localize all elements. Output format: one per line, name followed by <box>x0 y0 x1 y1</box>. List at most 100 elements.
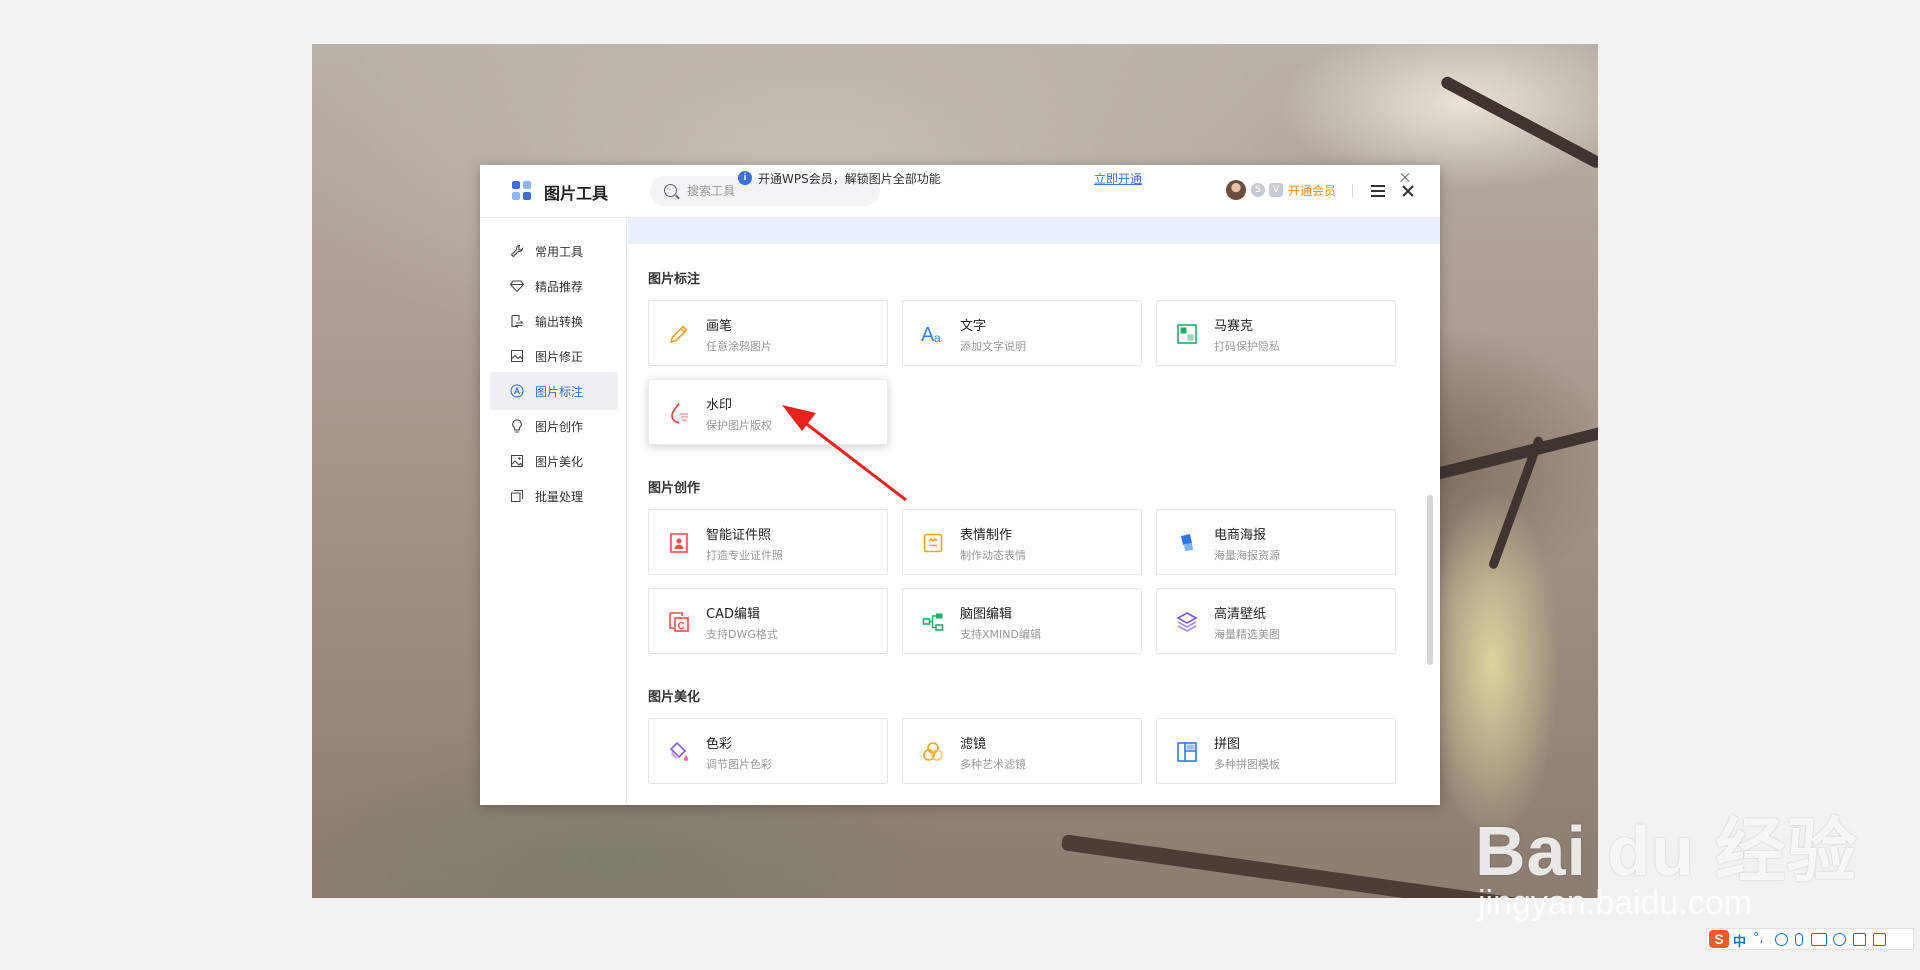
image-tools-dialog: 图片工具 S V 开通会员 常用工具 精品推荐 <box>480 165 1440 805</box>
tool-desc: 制作动态表情 <box>960 549 1026 562</box>
sidebar-item-label: 批量处理 <box>535 490 584 504</box>
sidebar-item-label: 常用工具 <box>535 245 584 259</box>
filter-icon <box>921 740 945 764</box>
bulb-icon <box>510 419 524 433</box>
tool-title: 表情制作 <box>960 528 1013 543</box>
tool-card-color[interactable]: 色彩 调节图片色彩 <box>648 718 888 784</box>
tool-card-id-photo[interactable]: 智能证件照 打造专业证件照 <box>648 509 888 575</box>
tool-desc: 支持DWG格式 <box>706 628 778 641</box>
sidebar-item-common-tools[interactable]: 常用工具 <box>490 232 618 270</box>
annotate-icon <box>510 384 524 398</box>
collage-icon <box>1175 740 1199 764</box>
mosaic-icon <box>1175 322 1199 346</box>
tool-title: 电商海报 <box>1214 528 1267 543</box>
svg-text:C: C <box>678 621 685 632</box>
avatar[interactable] <box>1226 180 1246 200</box>
convert-icon <box>510 314 524 328</box>
notice-close-icon[interactable] <box>1398 171 1412 185</box>
tool-card-filter[interactable]: 滤镜 多种艺术滤镜 <box>902 718 1142 784</box>
sidebar-item-batch[interactable]: 批量处理 <box>490 477 618 515</box>
vip-badge-icon: V <box>1269 183 1283 197</box>
section-title: 图片创作 <box>648 481 701 496</box>
svg-text:A: A <box>921 324 935 346</box>
branch <box>1439 74 1598 170</box>
tool-title: 智能证件照 <box>706 528 772 543</box>
id-photo-icon <box>667 531 691 555</box>
app-logo-icon <box>512 181 532 201</box>
sidebar-item-image-create[interactable]: 图片创作 <box>490 407 618 445</box>
sogou-logo-icon[interactable]: S <box>1709 930 1729 948</box>
tool-desc: 支持XMIND编辑 <box>960 628 1041 641</box>
section-title: 图片标注 <box>648 272 701 287</box>
wallpaper-icon <box>1175 610 1199 634</box>
mindmap-icon <box>921 610 945 634</box>
poster-icon <box>1175 531 1199 555</box>
color-icon <box>667 740 691 764</box>
sidebar: 常用工具 精品推荐 输出转换 图片修正 图片标注 图片创作 图片美化 批量处理 <box>480 218 627 805</box>
tool-desc: 海量海报资源 <box>1214 549 1280 562</box>
open-vip-link[interactable]: 开通会员 <box>1288 182 1336 199</box>
tool-desc: 保护图片版权 <box>706 419 772 432</box>
tool-card-mindmap[interactable]: 脑图编辑 支持XMIND编辑 <box>902 588 1142 654</box>
search-icon <box>664 184 677 197</box>
cad-icon: C <box>667 610 691 634</box>
tool-title: 画笔 <box>706 319 733 334</box>
pen-icon <box>667 322 691 346</box>
tool-card-emoji[interactable]: 表情制作 制作动态表情 <box>902 509 1142 575</box>
dialog-header: 图片工具 S V 开通会员 <box>480 165 1440 217</box>
mic-icon[interactable] <box>1795 933 1803 946</box>
sidebar-item-image-annotate[interactable]: 图片标注 <box>490 372 618 410</box>
tool-title: 水印 <box>706 398 733 413</box>
content-scrollbar[interactable] <box>1427 495 1433 665</box>
emoji-icon[interactable] <box>1775 933 1788 946</box>
sidebar-item-label: 图片修正 <box>535 350 584 364</box>
user-icon[interactable] <box>1833 933 1846 946</box>
image-beautify-icon <box>510 454 524 468</box>
toolbox-icon[interactable] <box>1873 933 1886 946</box>
sidebar-item-image-beautify[interactable]: 图片美化 <box>490 442 618 480</box>
tool-card-pen[interactable]: 画笔 任意涂鸦图片 <box>648 300 888 366</box>
tool-card-text[interactable]: Aa 文字 添加文字说明 <box>902 300 1142 366</box>
sidebar-item-image-fix[interactable]: 图片修正 <box>490 337 618 375</box>
tool-title: 色彩 <box>706 737 733 752</box>
tool-title: CAD编辑 <box>706 607 760 622</box>
tool-card-wallpaper[interactable]: 高清壁纸 海量精选美图 <box>1156 588 1396 654</box>
notice-text: 开通WPS会员，解锁图片全部功能 <box>758 172 941 186</box>
tool-title: 拼图 <box>1214 737 1241 752</box>
ime-language[interactable]: 中 <box>1733 931 1746 950</box>
sidebar-item-output-convert[interactable]: 输出转换 <box>490 302 618 340</box>
watermark-icon <box>667 401 691 425</box>
sidebar-item-recommended[interactable]: 精品推荐 <box>490 267 618 305</box>
tool-card-cad[interactable]: C CAD编辑 支持DWG格式 <box>648 588 888 654</box>
tool-card-collage[interactable]: 拼图 多种拼图模板 <box>1156 718 1396 784</box>
text-icon: Aa <box>921 322 945 346</box>
tool-card-watermark[interactable]: 水印 保护图片版权 <box>648 379 888 445</box>
section-title: 图片美化 <box>648 690 701 705</box>
tool-title: 滤镜 <box>960 737 987 752</box>
tool-title: 脑图编辑 <box>960 607 1013 622</box>
menu-icon[interactable] <box>1371 185 1385 197</box>
wrench-icon <box>510 244 524 258</box>
tool-title: 文字 <box>960 319 987 334</box>
tool-desc: 打码保护隐私 <box>1214 340 1280 353</box>
svg-text:a: a <box>934 331 941 345</box>
tool-desc: 添加文字说明 <box>960 340 1026 353</box>
tool-card-poster[interactable]: 电商海报 海量海报资源 <box>1156 509 1396 575</box>
skin-icon[interactable] <box>1853 933 1866 946</box>
tool-title: 马赛克 <box>1214 319 1254 334</box>
tool-desc: 打造专业证件照 <box>706 549 783 562</box>
app-title: 图片工具 <box>544 184 609 203</box>
tool-card-mosaic[interactable]: 马赛克 打码保护隐私 <box>1156 300 1396 366</box>
baidu-watermark: Bai du 经验 <box>1475 812 1858 890</box>
close-icon[interactable] <box>1400 183 1416 199</box>
tool-desc: 调节图片色彩 <box>706 758 772 771</box>
s-badge-icon: S <box>1251 183 1265 197</box>
keyboard-icon[interactable] <box>1811 933 1827 946</box>
tool-title: 高清壁纸 <box>1214 607 1267 622</box>
tool-desc: 海量精选美图 <box>1214 628 1280 641</box>
tool-desc: 多种艺术滤镜 <box>960 758 1026 771</box>
sidebar-item-label: 图片标注 <box>535 385 584 399</box>
open-now-link[interactable]: 立即开通 <box>1094 170 1142 187</box>
tool-desc: 多种拼图模板 <box>1214 758 1280 771</box>
ime-punctuation[interactable]: °, <box>1753 931 1764 946</box>
